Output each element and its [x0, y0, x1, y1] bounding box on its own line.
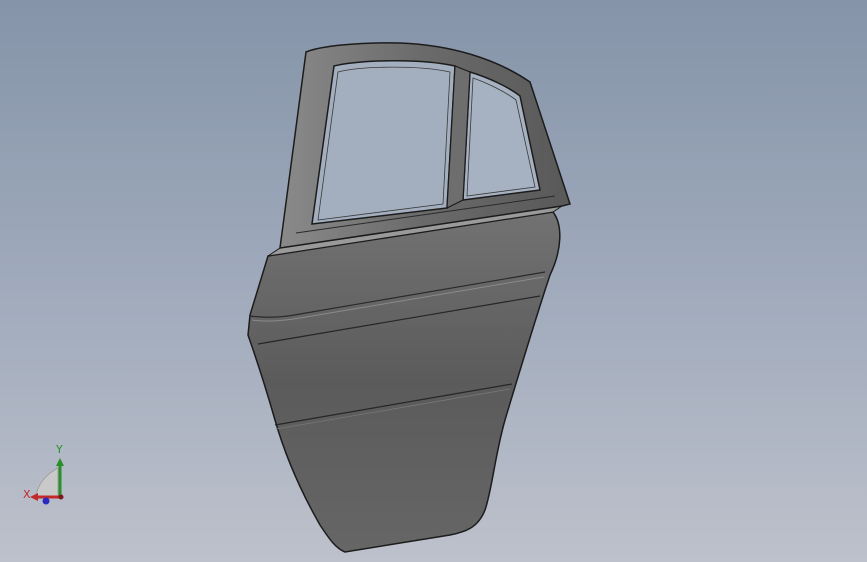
axis-triad: Y X — [20, 440, 80, 510]
x-axis-label: X — [23, 488, 31, 501]
origin-dot-icon — [58, 494, 64, 500]
triad-cone — [35, 467, 59, 497]
y-axis-label: Y — [56, 443, 63, 456]
car-door-model[interactable] — [0, 0, 867, 562]
x-axis-arrow-icon — [30, 493, 38, 501]
z-axis-dot-icon — [42, 497, 50, 505]
y-axis-arrow-icon — [56, 458, 64, 466]
door-outer-panel[interactable] — [247, 211, 561, 553]
graphics-viewport[interactable]: Y X — [0, 0, 867, 562]
front-window-glass[interactable] — [311, 60, 456, 225]
